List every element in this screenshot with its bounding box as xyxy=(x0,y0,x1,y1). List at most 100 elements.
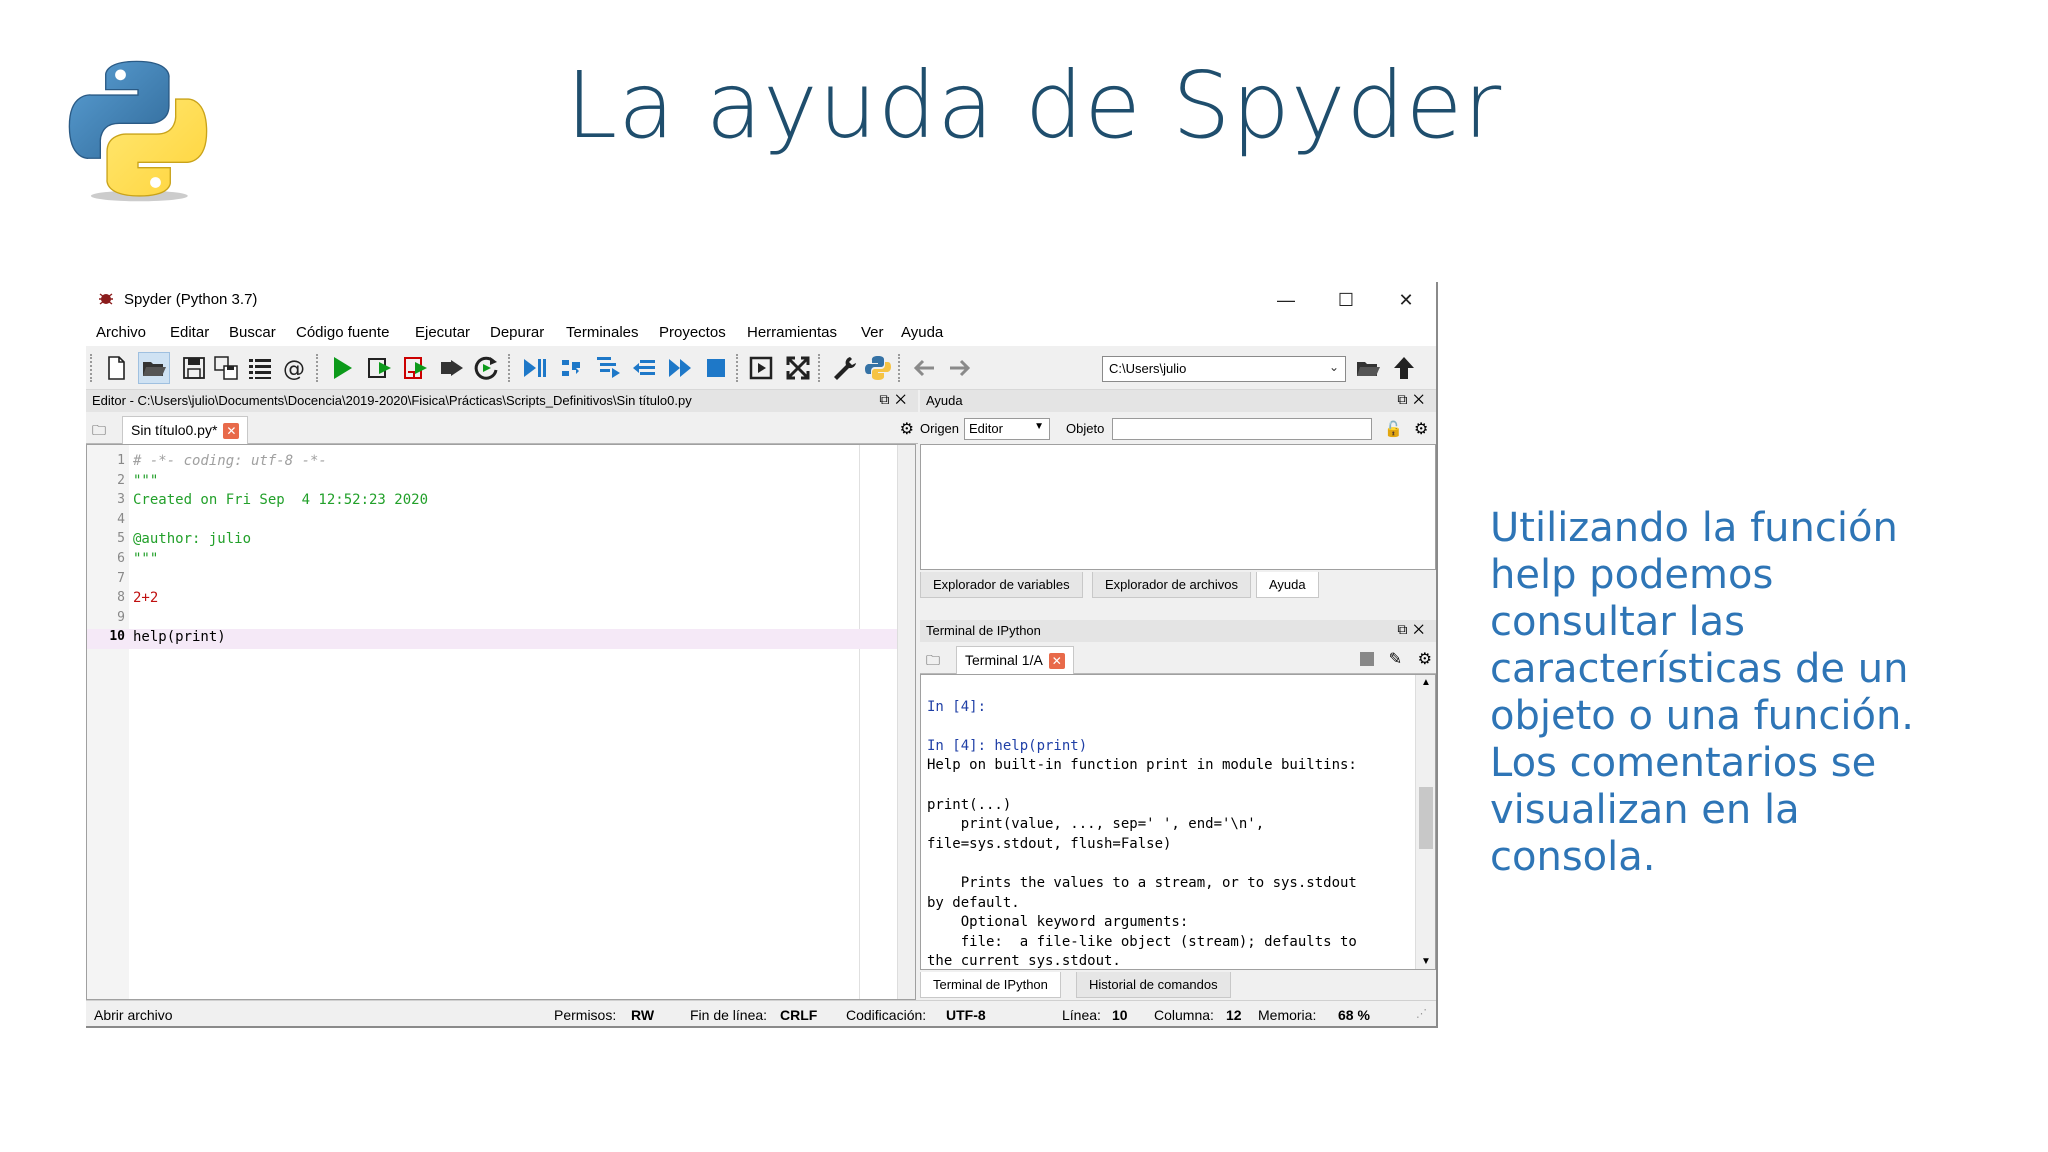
help-header-title: Ayuda xyxy=(926,393,963,408)
code-line-current: 10 help(print) xyxy=(87,629,915,649)
origin-select[interactable]: Editor ▼ xyxy=(964,418,1050,440)
save-all-icon[interactable] xyxy=(210,352,242,384)
console-scrollbar[interactable]: ▲ ▼ xyxy=(1415,675,1435,969)
tab-file-explorer[interactable]: Explorador de archivos xyxy=(1092,572,1251,598)
pane-controls[interactable]: ⧉✕ xyxy=(879,391,912,408)
menu-depurar[interactable]: Depurar xyxy=(490,324,544,341)
console-bottom-tab-bar: Terminal de IPython Historial de comando… xyxy=(920,972,1436,998)
encoding-label: Codificación: xyxy=(846,1007,927,1023)
maximize-button[interactable]: ☐ xyxy=(1316,282,1376,318)
at-icon[interactable]: @ xyxy=(278,352,310,384)
step-icon[interactable] xyxy=(556,352,588,384)
chevron-down-icon[interactable]: ⌄ xyxy=(1329,360,1339,374)
forward-icon[interactable] xyxy=(944,352,976,384)
menu-codigo-fuente[interactable]: Código fuente xyxy=(296,324,389,341)
scroll-up-icon[interactable]: ▲ xyxy=(1421,677,1431,688)
list-icon[interactable] xyxy=(244,352,276,384)
debug-icon[interactable] xyxy=(518,352,550,384)
back-icon[interactable] xyxy=(908,352,940,384)
browse-tabs-icon[interactable]: 🗀 xyxy=(926,650,940,674)
menu-ayuda[interactable]: Ayuda xyxy=(901,324,943,341)
scrollbar-thumb[interactable] xyxy=(1419,787,1433,849)
lock-icon[interactable]: 🔓 xyxy=(1384,420,1403,438)
new-file-icon[interactable] xyxy=(100,352,132,384)
run-selection-icon[interactable] xyxy=(436,352,468,384)
working-directory-combo[interactable]: C:\Users\julio ⌄ xyxy=(1102,356,1346,382)
help-content xyxy=(920,444,1436,570)
permissions-value: RW xyxy=(631,1007,655,1023)
save-icon[interactable] xyxy=(178,352,210,384)
stop-icon[interactable] xyxy=(700,352,732,384)
step-into-icon[interactable] xyxy=(592,352,624,384)
menu-herramientas[interactable]: Herramientas xyxy=(747,324,837,341)
console-line: Help on built-in function print in modul… xyxy=(927,757,1357,774)
origin-value: Editor xyxy=(969,421,1003,436)
description-line: características de un xyxy=(1490,646,1909,692)
pane-controls[interactable]: ⧉✕ xyxy=(1397,621,1430,638)
menu-ejecutar[interactable]: Ejecutar xyxy=(415,324,470,341)
clear-console-icon[interactable]: ✎ xyxy=(1389,649,1402,669)
tab-variable-explorer[interactable]: Explorador de variables xyxy=(920,572,1083,598)
close-window-button[interactable]: ✕ xyxy=(1376,282,1436,318)
fullscreen-icon[interactable] xyxy=(782,352,814,384)
object-input[interactable] xyxy=(1112,418,1372,440)
gear-icon[interactable]: ⚙ xyxy=(900,419,914,439)
toolbar-separator xyxy=(736,354,740,382)
menu-terminales[interactable]: Terminales xyxy=(566,324,639,341)
tab-help[interactable]: Ayuda xyxy=(1256,572,1319,598)
browse-tabs-icon[interactable]: 🗀 xyxy=(92,420,106,444)
scroll-down-icon[interactable]: ▼ xyxy=(1421,956,1431,967)
tab-command-history[interactable]: Historial de comandos xyxy=(1076,972,1231,998)
stop-kernel-icon[interactable] xyxy=(1360,652,1374,666)
close-tab-icon[interactable]: ✕ xyxy=(1048,653,1065,670)
title-bar: Spyder (Python 3.7) — ☐ ✕ xyxy=(86,282,1436,318)
column-label: Columna: xyxy=(1154,1007,1214,1023)
menu-editar[interactable]: Editar xyxy=(170,324,209,341)
resize-grip-icon[interactable]: ⋰ xyxy=(1416,1007,1427,1020)
ipython-console[interactable]: In [4]: In [4]: help(print) Help on buil… xyxy=(920,674,1436,970)
code-line: 5 @author: julio xyxy=(117,531,252,548)
tab-sin-titulo0[interactable]: Sin título0.py* ✕ xyxy=(122,416,249,444)
eol-label: Fin de línea: xyxy=(690,1007,768,1023)
maximize-pane-icon[interactable] xyxy=(746,352,778,384)
memory-value: 68 % xyxy=(1338,1007,1370,1023)
rerun-icon[interactable] xyxy=(470,352,502,384)
menu-ver[interactable]: Ver xyxy=(861,324,884,341)
status-message: Abrir archivo xyxy=(94,1007,173,1023)
run-cell-icon[interactable] xyxy=(364,352,396,384)
menu-proyectos[interactable]: Proyectos xyxy=(659,324,726,341)
console-line: Optional keyword arguments: xyxy=(927,914,1189,931)
help-tab-bar: Explorador de variables Explorador de ar… xyxy=(920,572,1436,600)
console-header-title: Terminal de IPython xyxy=(926,623,1041,638)
toolbar-grip[interactable] xyxy=(90,354,94,382)
step-return-icon[interactable] xyxy=(628,352,660,384)
editor-scrollbar[interactable] xyxy=(897,445,915,999)
tab-terminal-1a[interactable]: Terminal 1/A ✕ xyxy=(956,646,1074,674)
help-header: Ayuda ⧉✕ xyxy=(920,390,1436,412)
tab-ipython-console[interactable]: Terminal de IPython xyxy=(920,972,1061,998)
console-line: file: a file-like object (stream); defau… xyxy=(927,933,1357,950)
code-editor[interactable]: 1 # -*- coding: utf-8 -*- 2 """ 3 Created o… xyxy=(86,444,916,1000)
browse-folder-icon[interactable] xyxy=(1352,352,1384,384)
open-file-icon[interactable] xyxy=(138,352,170,384)
origin-label: Origen xyxy=(920,421,960,436)
working-directory-value: C:\Users\julio xyxy=(1109,361,1187,376)
code-line: 2 """ xyxy=(117,472,159,489)
menu-archivo[interactable]: Archivo xyxy=(96,324,146,341)
code-line: 7 xyxy=(117,570,125,586)
gear-icon[interactable]: ⚙ xyxy=(1418,649,1432,669)
run-icon[interactable] xyxy=(326,352,358,384)
console-tab-bar: 🗀 Terminal 1/A ✕ ✎ ⚙ xyxy=(920,644,1436,674)
continue-icon[interactable] xyxy=(664,352,696,384)
run-cell-advance-icon[interactable] xyxy=(400,352,432,384)
python-path-icon[interactable] xyxy=(862,352,894,384)
preferences-icon[interactable] xyxy=(828,352,860,384)
permissions-label: Permisos: xyxy=(554,1007,617,1023)
close-tab-icon[interactable]: ✕ xyxy=(223,423,240,440)
console-line: In [4]: help(print) xyxy=(927,737,1088,754)
parent-dir-icon[interactable] xyxy=(1388,352,1420,384)
menu-buscar[interactable]: Buscar xyxy=(229,324,276,341)
minimize-button[interactable]: — xyxy=(1256,282,1316,318)
gear-icon[interactable]: ⚙ xyxy=(1414,419,1428,439)
pane-controls[interactable]: ⧉✕ xyxy=(1397,391,1430,408)
